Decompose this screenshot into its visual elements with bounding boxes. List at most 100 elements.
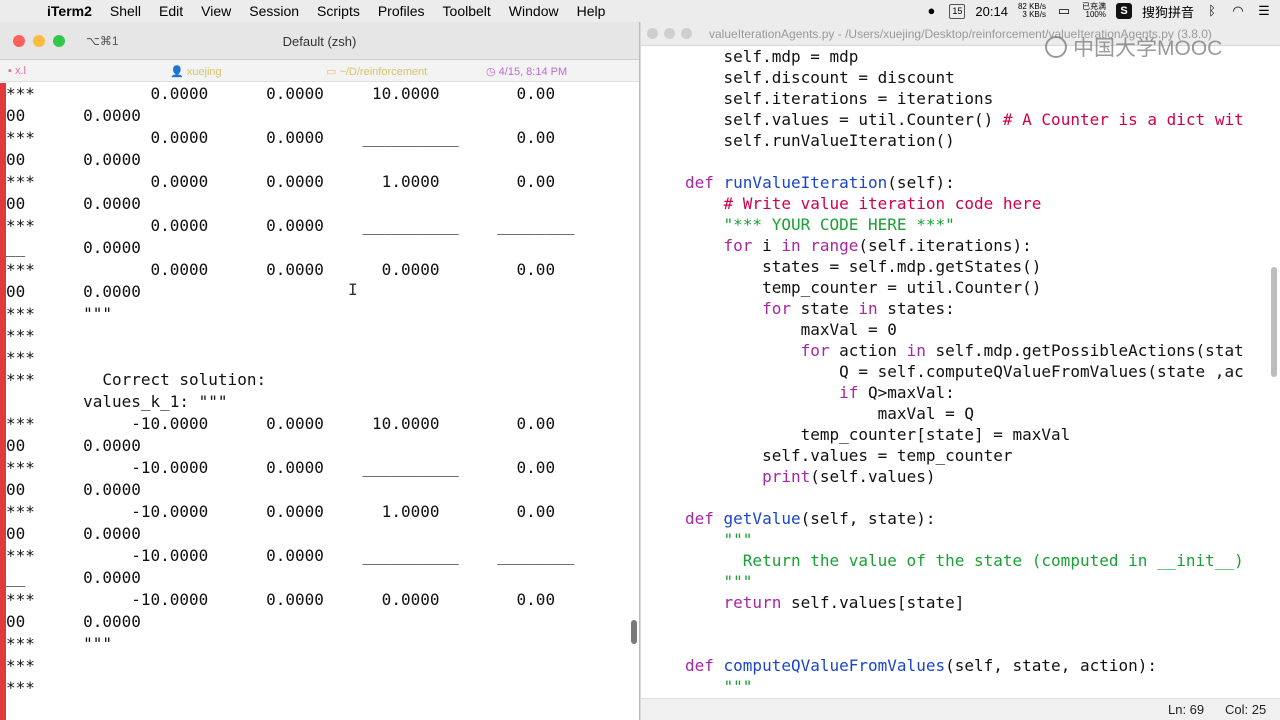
text-cursor-icon: I <box>348 280 358 299</box>
code-line: def computeQValueFromValues(self, state,… <box>685 655 1244 676</box>
code-token: self.values = util.Counter() <box>685 110 1003 129</box>
code-line: """ <box>685 676 1244 697</box>
code-token: state <box>790 299 859 318</box>
terminal-line: *** """ <box>6 634 112 653</box>
code-area[interactable]: self.mdp = mdp self.discount = discount … <box>685 46 1244 697</box>
code-token: range <box>810 236 859 255</box>
terminal-line: *** <box>6 656 35 675</box>
code-token: in <box>781 236 801 255</box>
terminal-titlebar: ⌥⌘1 Default (zsh) <box>0 22 639 60</box>
status-area: ● 15 20:14 82 KB/s 3 KB/s ▭ 已充满 100% S 搜… <box>923 0 1272 22</box>
terminal-line: 00 0.0000 <box>6 480 141 499</box>
code-token: temp_counter = util.Counter() <box>685 278 1042 297</box>
code-line: temp_counter = util.Counter() <box>685 277 1244 298</box>
editor-scrollbar[interactable] <box>1271 267 1277 377</box>
code-line: for state in states: <box>685 298 1244 319</box>
code-line: for action in self.mdp.getPossibleAction… <box>685 340 1244 361</box>
code-token: # A Counter is a dict wit <box>1002 110 1244 129</box>
battery-percent: 100% <box>1085 10 1106 19</box>
status-user-text: xuejing <box>186 66 222 78</box>
terminal-line: *** 0.0000 0.0000 __________ 0.00 <box>6 128 556 147</box>
calendar-icon[interactable]: 15 <box>949 3 966 19</box>
code-line: maxVal = Q <box>685 403 1244 424</box>
code-token: """ <box>685 572 753 591</box>
menu-toolbelt[interactable]: Toolbelt <box>434 3 500 19</box>
code-line: """ <box>685 571 1244 592</box>
editor-window-controls <box>647 28 692 39</box>
terminal-status-bar: ▪ x.l 👤 xuejing ▭ ~/D/reinforcement ◷ 4/… <box>0 60 639 82</box>
terminal-line: *** -10.0000 0.0000 1.0000 0.00 <box>6 502 556 521</box>
code-line: for i in range(self.iterations): <box>685 235 1244 256</box>
terminal-line: __ 0.0000 <box>6 568 141 587</box>
status-user: 👤 xuejing <box>170 66 222 78</box>
code-token: for <box>685 341 830 360</box>
menu-scripts[interactable]: Scripts <box>308 3 369 19</box>
code-line: Return the value of the state (computed … <box>685 550 1244 571</box>
code-token: action <box>829 341 907 360</box>
status-datetime-text: 4/15, 8:14 PM <box>498 66 568 78</box>
code-token: self.mdp.getPossibleActions(stat <box>925 341 1244 360</box>
menu-shell[interactable]: Shell <box>101 3 150 19</box>
record-icon[interactable]: ● <box>923 3 939 19</box>
clock[interactable]: 20:14 <box>975 4 1008 19</box>
ime-icon[interactable]: S <box>1115 3 1132 19</box>
menu-view[interactable]: View <box>192 3 240 19</box>
terminal-line: *** 0.0000 0.0000 0.0000 0.00 <box>6 260 556 279</box>
terminal-line: *** 0.0000 0.0000 10.0000 0.00 <box>6 84 556 103</box>
terminal-line: 00 0.0000 <box>6 194 141 213</box>
battery-icon[interactable]: ▭ <box>1056 3 1072 19</box>
code-token: # Write value iteration code here <box>685 194 1042 213</box>
code-token: self.values = temp_counter <box>685 446 1013 465</box>
code-token: in <box>858 299 878 318</box>
status-host-text: x.l <box>14 65 26 77</box>
code-token: Q = self.computeQValueFromValues(state ,… <box>685 362 1244 381</box>
network-speed: 82 KB/s 3 KB/s <box>1018 3 1046 19</box>
code-token: maxVal = 0 <box>685 320 897 339</box>
code-line: temp_counter[state] = maxVal <box>685 424 1244 445</box>
menu-list-icon[interactable]: ☰ <box>1256 3 1272 19</box>
code-line: return self.values[state] <box>685 592 1244 613</box>
code-token: Return the value of the state (computed … <box>685 551 1244 570</box>
code-line: Q = self.computeQValueFromValues(state ,… <box>685 361 1244 382</box>
menu-app-name[interactable]: iTerm2 <box>38 3 101 19</box>
code-token: Q>maxVal: <box>858 383 955 402</box>
menu-window[interactable]: Window <box>500 3 568 19</box>
terminal-line: 00 0.0000 <box>6 524 141 543</box>
watermark-text: 中国大学MOOC <box>1073 37 1223 60</box>
ime-label[interactable]: 搜狗拼音 <box>1142 2 1194 21</box>
terminal-line: 00 0.0000 <box>6 150 141 169</box>
menu-session[interactable]: Session <box>240 3 308 19</box>
terminal-line: __ 0.0000 <box>6 238 141 257</box>
menu-profiles[interactable]: Profiles <box>369 3 434 19</box>
code-line: maxVal = 0 <box>685 319 1244 340</box>
menu-edit[interactable]: Edit <box>150 3 192 19</box>
code-token: in <box>906 341 926 360</box>
terminal-line: *** -10.0000 0.0000 __________ ________ <box>6 546 575 565</box>
terminal-output[interactable]: *** 0.0000 0.0000 10.0000 0.00 00 0.0000 *… <box>0 83 639 720</box>
terminal-scrollbar[interactable] <box>631 620 637 644</box>
bluetooth-icon[interactable]: ᛒ <box>1204 3 1220 19</box>
code-line: print(self.values) <box>685 466 1244 487</box>
code-token: """ <box>685 677 753 696</box>
net-down: 3 KB/s <box>1022 10 1046 19</box>
code-token: (self): <box>887 173 955 192</box>
terminal-line: *** <box>6 348 35 367</box>
code-token: states = self.mdp.getStates() <box>685 257 1042 276</box>
terminal-line: 00 0.0000 <box>6 106 141 125</box>
code-line: self.values = util.Counter() # A Counter… <box>685 109 1244 130</box>
editor-window: valueIterationAgents.py - /Users/xuejing… <box>641 22 1280 720</box>
editor-zoom-button[interactable] <box>681 28 692 39</box>
editor-close-button[interactable] <box>647 28 658 39</box>
menu-help[interactable]: Help <box>568 3 615 19</box>
editor-minimize-button[interactable] <box>664 28 675 39</box>
terminal-line: *** Correct solution: <box>6 370 267 389</box>
code-token: return <box>685 593 782 612</box>
wifi-icon[interactable]: ◠ <box>1230 3 1246 19</box>
menu-bar: iTerm2 Shell Edit View Session Scripts P… <box>0 0 1280 22</box>
code-line: self.values = temp_counter <box>685 445 1244 466</box>
code-token: def <box>685 509 724 528</box>
